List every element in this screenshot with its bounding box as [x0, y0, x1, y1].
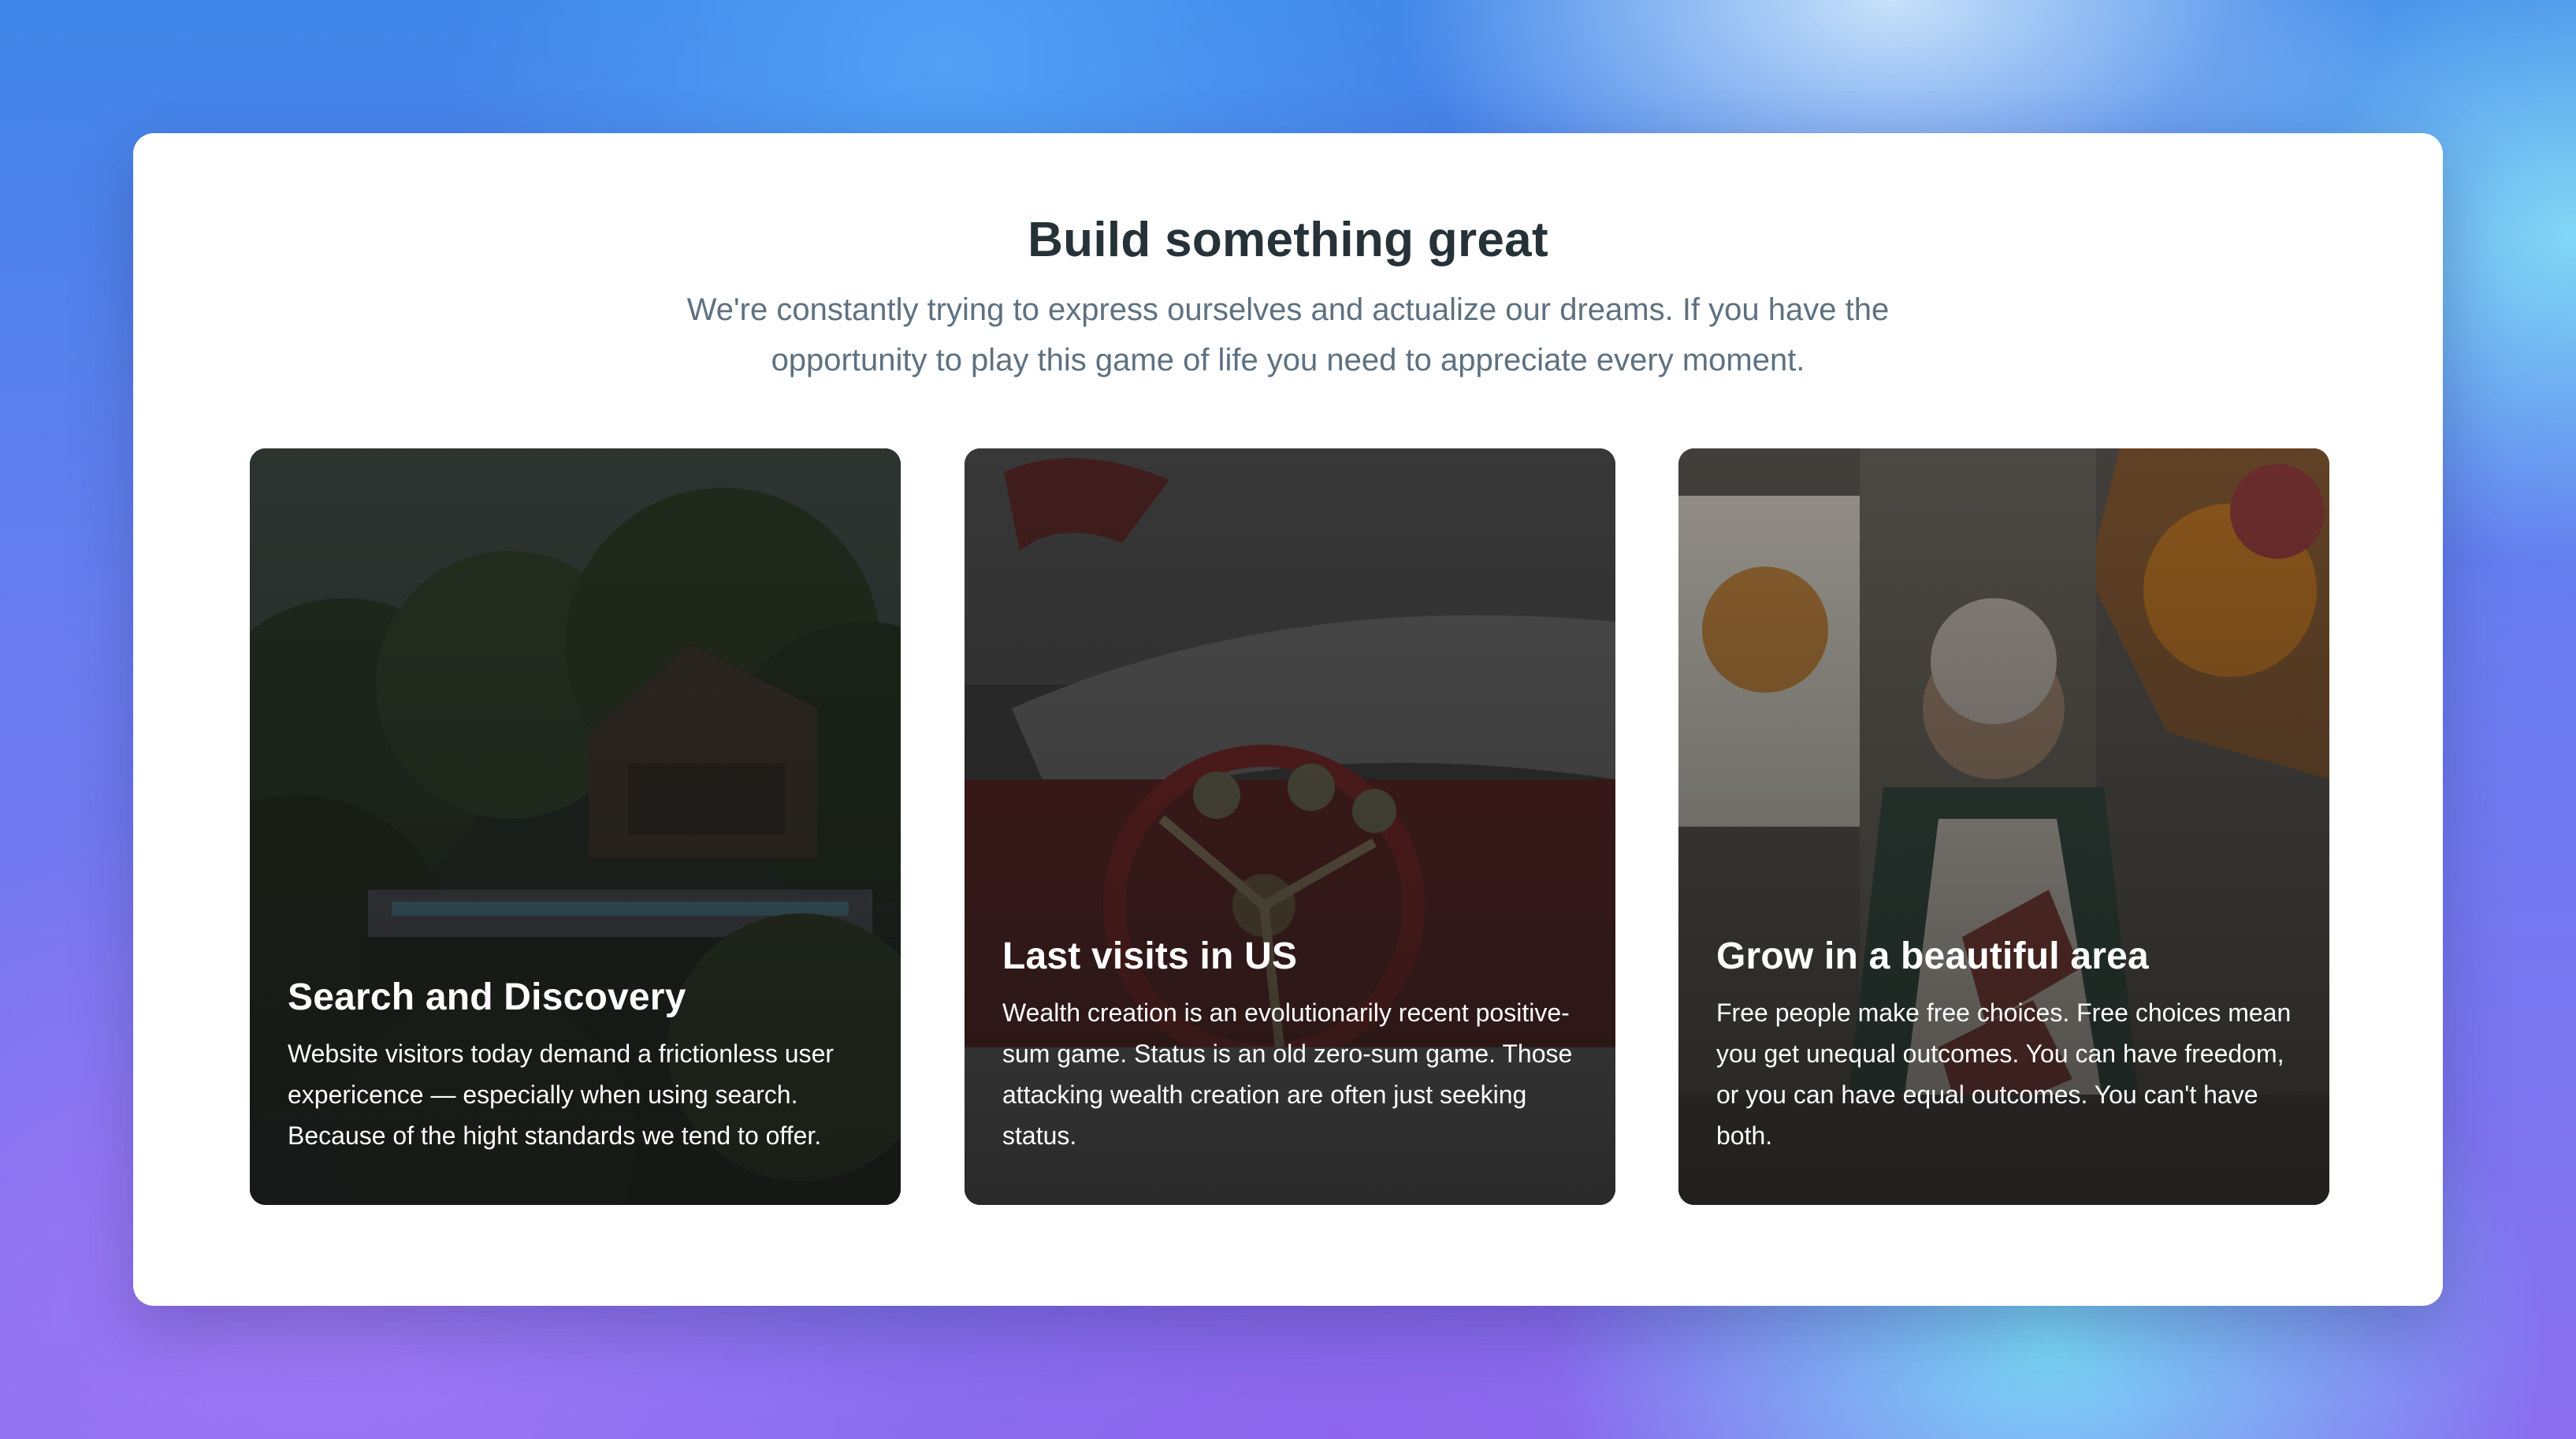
card-search-and-discovery[interactable]: Search and Discovery Website visitors to… [250, 448, 901, 1205]
card-description: Website visitors today demand a friction… [288, 1039, 835, 1150]
card-description: Free people make free choices. Free choi… [1716, 998, 2292, 1150]
card-title: Search and Discovery [288, 976, 686, 1018]
card-description: Wealth creation is an evolutionarily rec… [1002, 998, 1573, 1150]
card-last-visits-in-us[interactable]: Last visits in US Wealth creation is an … [965, 448, 1615, 1205]
card-text: Search and Discovery Website visitors to… [288, 976, 863, 1156]
section-title: Build something great [1028, 213, 1548, 267]
section-subtitle: We're constantly trying to express ourse… [686, 292, 1890, 377]
card-text: Last visits in US Wealth creation is an … [1002, 935, 1578, 1156]
content-panel: Build something great We're constantly t… [133, 133, 2443, 1306]
card-title: Last visits in US [1002, 935, 1298, 977]
card-text: Grow in a beautiful area Free people mak… [1716, 935, 2292, 1156]
card-title: Grow in a beautiful area [1716, 935, 2149, 977]
card-grow-in-a-beautiful-area[interactable]: Grow in a beautiful area Free people mak… [1678, 448, 2329, 1205]
